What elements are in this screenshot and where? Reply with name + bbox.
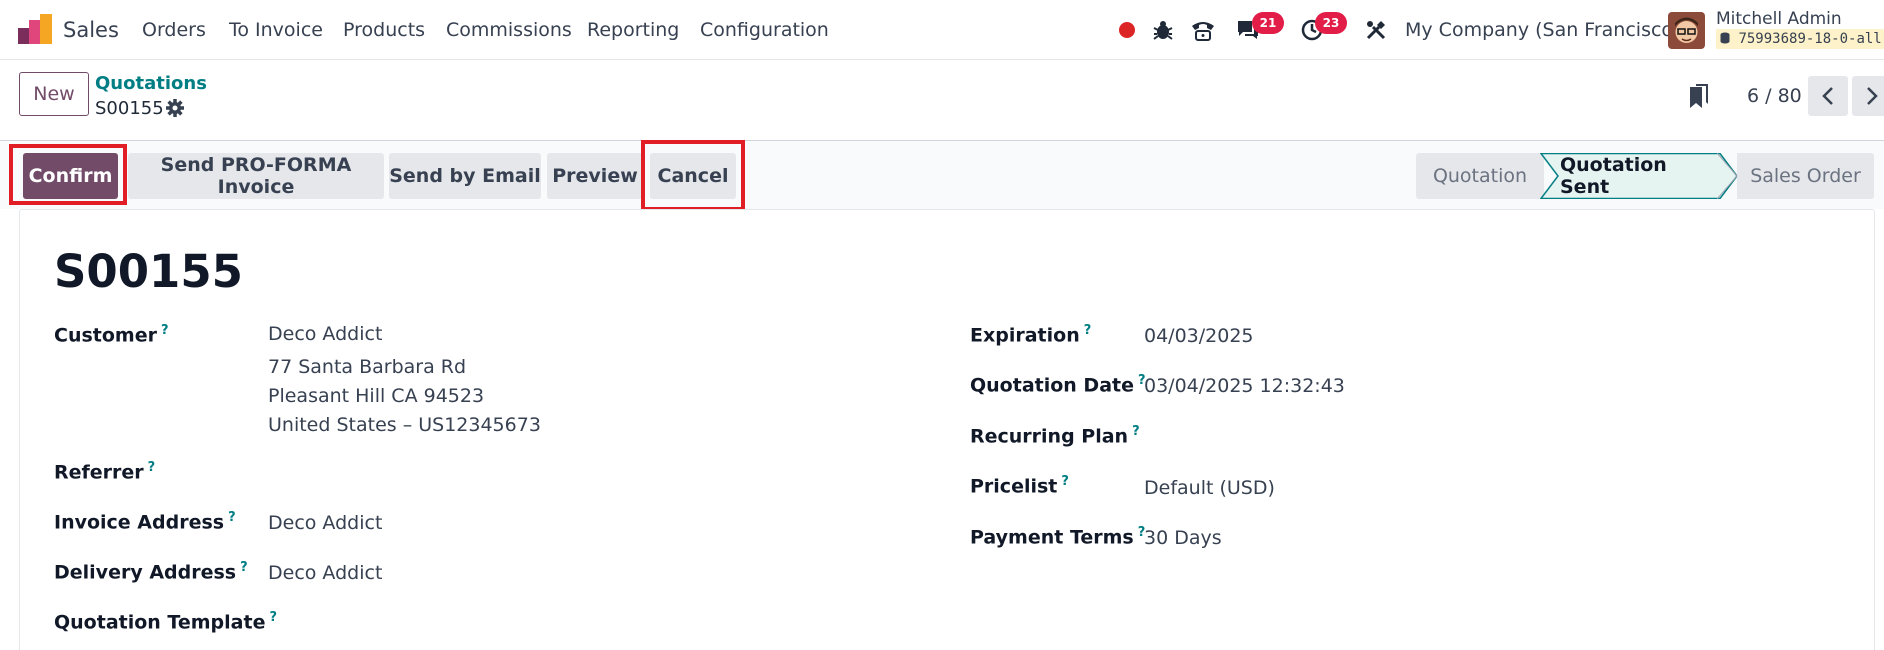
record-breadcrumb: S00155 xyxy=(95,98,164,119)
quotation-date-label-text: Quotation Date xyxy=(970,374,1134,397)
cancel-highlight-box xyxy=(641,140,745,211)
quotation-date-value[interactable]: 03/04/2025 12:32:43 xyxy=(1144,375,1345,397)
help-tooltip-icon[interactable]: ? xyxy=(240,560,248,575)
customer-label-text: Customer xyxy=(54,324,157,347)
database-icon xyxy=(1720,32,1730,44)
database-name-text: 75993689-18-0-all xyxy=(1738,31,1882,47)
recurring-plan-label: Recurring Plan? xyxy=(970,424,1140,447)
phone-icon[interactable] xyxy=(1188,15,1218,45)
user-avatar[interactable] xyxy=(1668,12,1705,49)
help-tooltip-icon[interactable]: ? xyxy=(161,323,169,338)
help-tooltip-icon[interactable]: ? xyxy=(148,460,156,475)
delivery-address-label-text: Delivery Address xyxy=(54,561,237,584)
sales-app-logo-icon[interactable] xyxy=(18,14,52,44)
settings-tools-icon[interactable] xyxy=(1361,15,1391,45)
menu-products[interactable]: Products xyxy=(343,19,425,41)
customer-city: Pleasant Hill CA 94523 xyxy=(268,385,485,407)
chevron-right-icon xyxy=(1867,87,1878,105)
invoice-address-label-text: Invoice Address xyxy=(54,511,225,534)
menu-reporting[interactable]: Reporting xyxy=(587,19,679,41)
status-stage-sales-order-label: Sales Order xyxy=(1750,165,1861,187)
chevron-left-icon xyxy=(1822,87,1833,105)
customer-name[interactable]: Deco Addict xyxy=(268,323,382,345)
messages-count-badge: 21 xyxy=(1252,12,1284,34)
referrer-label: Referrer? xyxy=(54,460,155,483)
help-tooltip-icon[interactable]: ? xyxy=(1084,323,1092,338)
quotation-template-label-text: Quotation Template xyxy=(54,611,266,634)
customer-country-vat: United States – US12345673 xyxy=(268,414,541,436)
status-stage-quotation-sent-label: Quotation Sent xyxy=(1560,154,1667,198)
bug-debug-icon[interactable] xyxy=(1148,15,1178,45)
expiration-label: Expiration? xyxy=(970,323,1091,346)
referrer-label-text: Referrer xyxy=(54,461,144,484)
delivery-address-label: Delivery Address? xyxy=(54,560,248,583)
menu-configuration[interactable]: Configuration xyxy=(700,19,829,41)
pricelist-value[interactable]: Default (USD) xyxy=(1144,477,1275,499)
breadcrumb-quotations[interactable]: Quotations xyxy=(95,73,207,94)
status-stage-quotation-sent[interactable]: Quotation Sent xyxy=(1560,153,1720,199)
preview-button[interactable]: Preview xyxy=(547,153,643,199)
send-by-email-button[interactable]: Send by Email xyxy=(389,153,541,199)
new-button[interactable]: New xyxy=(19,72,89,116)
record-title: S00155 xyxy=(54,245,243,298)
pager-previous-button[interactable] xyxy=(1808,76,1848,116)
delivery-address-value[interactable]: Deco Addict xyxy=(268,562,382,584)
help-tooltip-icon[interactable]: ? xyxy=(1061,474,1069,489)
recurring-plan-label-text: Recurring Plan xyxy=(970,425,1129,448)
pager-next-button[interactable] xyxy=(1852,76,1884,116)
invoice-address-label: Invoice Address? xyxy=(54,510,236,533)
app-name[interactable]: Sales xyxy=(63,18,119,42)
confirm-highlight-box xyxy=(9,144,127,205)
quotation-date-label: Quotation Date? xyxy=(970,373,1146,396)
menu-to-invoice[interactable]: To Invoice xyxy=(229,19,323,41)
status-stage-quotation-label: Quotation xyxy=(1432,165,1528,187)
send-proforma-invoice-button[interactable]: Send PRO-FORMA Invoice xyxy=(128,153,384,199)
help-tooltip-icon[interactable]: ? xyxy=(1132,424,1140,439)
gear-icon[interactable] xyxy=(165,98,185,118)
help-tooltip-icon[interactable]: ? xyxy=(269,610,277,625)
expiration-value[interactable]: 04/03/2025 xyxy=(1144,325,1254,347)
top-navbar: Sales Orders To Invoice Products Commiss… xyxy=(0,0,1884,60)
activities-count-badge: 23 xyxy=(1315,12,1347,34)
menu-orders[interactable]: Orders xyxy=(142,19,206,41)
pricelist-label: Pricelist? xyxy=(970,474,1069,497)
customer-label: Customer? xyxy=(54,323,169,346)
user-name[interactable]: Mitchell Admin xyxy=(1716,9,1842,29)
expiration-label-text: Expiration xyxy=(970,324,1080,347)
status-arrow-divider xyxy=(1717,153,1738,199)
status-stage-quotation[interactable]: Quotation xyxy=(1416,153,1544,199)
status-stage-sales-order[interactable]: Sales Order xyxy=(1737,153,1874,199)
help-tooltip-icon[interactable]: ? xyxy=(228,510,236,525)
payment-terms-label-text: Payment Terms xyxy=(970,526,1134,549)
invoice-address-value[interactable]: Deco Addict xyxy=(268,512,382,534)
quotation-template-label: Quotation Template? xyxy=(54,610,277,633)
pricelist-label-text: Pricelist xyxy=(970,475,1058,498)
bookmarks-icon[interactable] xyxy=(1688,84,1710,110)
pager-value[interactable]: 6 / 80 xyxy=(1747,85,1802,107)
database-name: 75993689-18-0-all xyxy=(1716,29,1884,49)
customer-street: 77 Santa Barbara Rd xyxy=(268,356,467,378)
payment-terms-value[interactable]: 30 Days xyxy=(1144,527,1222,549)
company-switcher[interactable]: My Company (San Francisco) xyxy=(1405,19,1680,41)
payment-terms-label: Payment Terms? xyxy=(970,525,1145,548)
menu-commissions[interactable]: Commissions xyxy=(446,19,572,41)
record-indicator-icon[interactable] xyxy=(1112,15,1142,45)
